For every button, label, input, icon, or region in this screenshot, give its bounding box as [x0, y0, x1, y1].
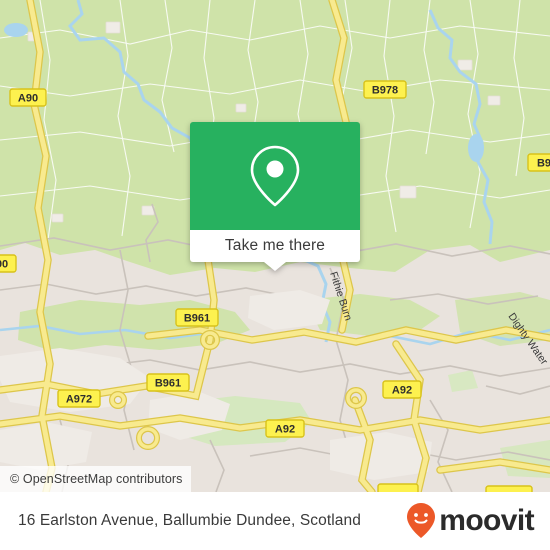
road-shield-label: B961: [155, 377, 181, 389]
road-shield-label: 90: [0, 258, 8, 270]
road-shield-a92-center[interactable]: A92: [265, 419, 305, 438]
road-shield-label: A92: [275, 423, 295, 435]
popup-pointer: [264, 262, 286, 271]
road-shield-a90-top[interactable]: A90: [9, 88, 47, 107]
popup-cta-label: Take me there: [224, 237, 326, 254]
moovit-pin-icon: [407, 503, 436, 538]
road-shield-label: B961: [184, 312, 210, 324]
footer-bar: 16 Earlston Avenue, Ballumbie Dundee, Sc…: [0, 492, 550, 550]
road-shield-label: B978: [372, 84, 398, 96]
road-shield-b978[interactable]: B978: [363, 80, 407, 99]
road-shield-label: B9: [537, 157, 550, 169]
road-shield-label: A92: [392, 384, 412, 396]
moovit-map-screen: Fithie Burn Dighty Water A90 B978 B9 0 B…: [0, 0, 550, 550]
road-shield-a92-right[interactable]: A92: [382, 380, 422, 399]
road-shield-clipped-bottom-left: [377, 483, 419, 492]
road-shield-a972[interactable]: A972: [57, 389, 101, 408]
road-shield-label: A90: [18, 92, 38, 104]
map-pin-icon: [250, 145, 300, 207]
address-label: 16 Earlston Avenue, Ballumbie Dundee, Sc…: [18, 512, 361, 529]
road-shield-b961-lower[interactable]: B961: [146, 373, 190, 392]
moovit-wordmark: moovit: [439, 504, 534, 537]
road-shield-b961-upper[interactable]: B961: [175, 308, 219, 327]
osm-attribution: © OpenStreetMap contributors: [0, 466, 191, 492]
popup-header: [190, 122, 360, 230]
popup-cta[interactable]: Take me there: [190, 230, 360, 271]
moovit-brand[interactable]: moovit: [406, 502, 535, 540]
location-popup[interactable]: Take me there: [190, 122, 360, 271]
road-shield-b9-clipped[interactable]: B9: [527, 153, 550, 172]
road-shield-a90-clipped[interactable]: 90: [0, 254, 17, 273]
road-shield-label: A972: [66, 393, 92, 405]
osm-attribution-text: © OpenStreetMap contributors: [10, 472, 183, 486]
